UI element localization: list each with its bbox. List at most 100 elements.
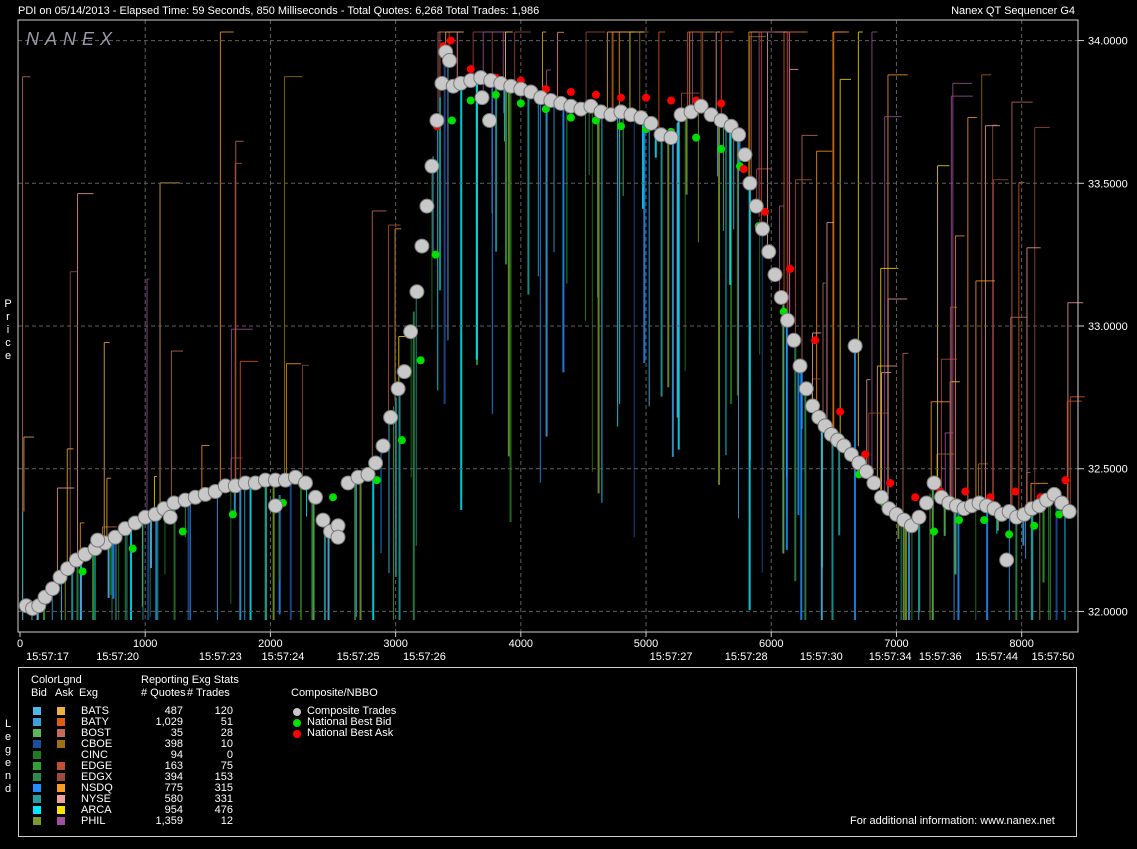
- bid-color-swatch: [33, 773, 41, 781]
- x-tick-label: 0: [17, 638, 23, 650]
- nbo-point: [616, 93, 625, 102]
- trade-point: [731, 127, 747, 143]
- ask-color-swatch: [57, 773, 65, 781]
- trade-point: [1061, 504, 1077, 520]
- trade-point: [999, 552, 1015, 568]
- col-ask-header: Ask: [55, 687, 74, 699]
- nbb-point: [1005, 530, 1014, 539]
- nbb-point: [329, 493, 338, 502]
- trade-point: [441, 53, 457, 69]
- bid-color-swatch: [33, 729, 41, 737]
- nbb-point: [447, 116, 456, 125]
- trade-point: [847, 338, 863, 354]
- nbb-point: [1030, 521, 1039, 530]
- composite-legend-dot: [293, 719, 301, 727]
- time-label: 15:57:44: [975, 651, 1018, 663]
- y-tick-label: 32.5000: [1088, 464, 1128, 476]
- trade-point: [761, 244, 777, 260]
- col-exg-header: Exg: [79, 687, 98, 699]
- nbb-point: [178, 527, 187, 536]
- color-legend-title: ColorLgnd: [31, 674, 82, 686]
- time-label: 15:57:17: [26, 651, 69, 663]
- nbb-point: [717, 145, 726, 154]
- x-tick-label: 8000: [1009, 638, 1033, 650]
- ask-color-swatch: [57, 740, 65, 748]
- trade-point: [429, 112, 445, 128]
- composite-title: Composite/NBBO: [291, 687, 378, 699]
- price-chart[interactable]: NANEX 32.0000 32.5000 33.0000 33.5000 34.000…: [0, 0, 1137, 667]
- trade-point: [866, 475, 882, 491]
- y-tick-label: 34.0000: [1088, 36, 1128, 48]
- bid-color-swatch: [33, 707, 41, 715]
- trade-point: [474, 90, 490, 106]
- nbb-point: [980, 516, 989, 525]
- trade-point: [403, 324, 419, 340]
- trade-point: [396, 364, 412, 380]
- time-label: 15:57:23: [199, 651, 242, 663]
- nanex-watermark: NANEX: [26, 29, 118, 49]
- bid-color-swatch: [33, 806, 41, 814]
- trade-point: [419, 198, 435, 214]
- nbb-point: [466, 96, 475, 105]
- trade-point: [375, 438, 391, 454]
- exchange-trades: 12: [220, 815, 233, 827]
- nbo-point: [1061, 476, 1070, 485]
- x-axis: 0 1000 2000 3000 4000 5000 6000 7000 8000 15:57:1…: [17, 632, 1074, 663]
- stats-title: Reporting Exg Stats: [141, 674, 239, 686]
- nbo-point: [961, 487, 970, 496]
- time-label: 15:57:27: [650, 651, 693, 663]
- x-tick-label: 4000: [509, 638, 533, 650]
- x-tick-label: 2000: [258, 638, 282, 650]
- nbb-point: [692, 133, 701, 142]
- ask-color-swatch: [57, 784, 65, 792]
- time-label: 15:57:25: [337, 651, 380, 663]
- time-label: 15:57:30: [800, 651, 843, 663]
- nbo-point: [667, 96, 676, 105]
- time-label: 15:57:36: [919, 651, 962, 663]
- info-link[interactable]: For additional information: www.nanex.ne…: [850, 815, 1055, 827]
- trade-point: [414, 238, 430, 254]
- trade-point: [307, 489, 323, 505]
- x-tick-label: 1000: [133, 638, 157, 650]
- trade-point: [330, 529, 346, 545]
- trade-point: [409, 284, 425, 300]
- ask-color-swatch: [57, 762, 65, 770]
- trade-point: [748, 198, 764, 214]
- ask-color-swatch: [57, 729, 65, 737]
- trade-point: [926, 475, 942, 491]
- trade-point: [297, 475, 313, 491]
- y-tick-label: 32.0000: [1088, 606, 1128, 618]
- nbb-point: [228, 510, 237, 519]
- nbb-point: [78, 567, 87, 576]
- time-label: 15:57:24: [262, 651, 305, 663]
- y-tick-label: 33.5000: [1088, 178, 1128, 190]
- ask-color-swatch: [57, 817, 65, 825]
- nbo-point: [739, 165, 748, 174]
- trade-point: [267, 498, 283, 514]
- trade-point: [424, 158, 440, 174]
- trade-point: [663, 130, 679, 146]
- ask-color-swatch: [57, 806, 65, 814]
- bid-color-swatch: [33, 751, 41, 759]
- trade-point: [90, 532, 106, 548]
- trade-point: [482, 112, 498, 128]
- legend-panel: ColorLgnd Reporting Exg Stats Bid Ask Ex…: [18, 667, 1077, 837]
- x-tick-label: 3000: [383, 638, 407, 650]
- exchange-name: PHIL: [81, 815, 106, 827]
- nbo-point: [811, 336, 820, 345]
- composite-legend-dot: [293, 730, 301, 738]
- bid-color-swatch: [33, 784, 41, 792]
- nbo-point: [566, 87, 575, 96]
- x-tick-label: 5000: [634, 638, 658, 650]
- nbo-point: [886, 478, 895, 487]
- ask-color-swatch: [57, 751, 65, 759]
- nbb-point: [431, 250, 440, 259]
- trade-point: [798, 381, 814, 397]
- trade-point: [390, 381, 406, 397]
- trade-point: [792, 358, 808, 374]
- ask-color-swatch: [57, 795, 65, 803]
- time-label: 15:57:50: [1032, 651, 1075, 663]
- exchange-quotes: 1,359: [155, 815, 183, 827]
- composite-legend-label: National Best Ask: [307, 727, 394, 739]
- col-bid-header: Bid: [31, 687, 47, 699]
